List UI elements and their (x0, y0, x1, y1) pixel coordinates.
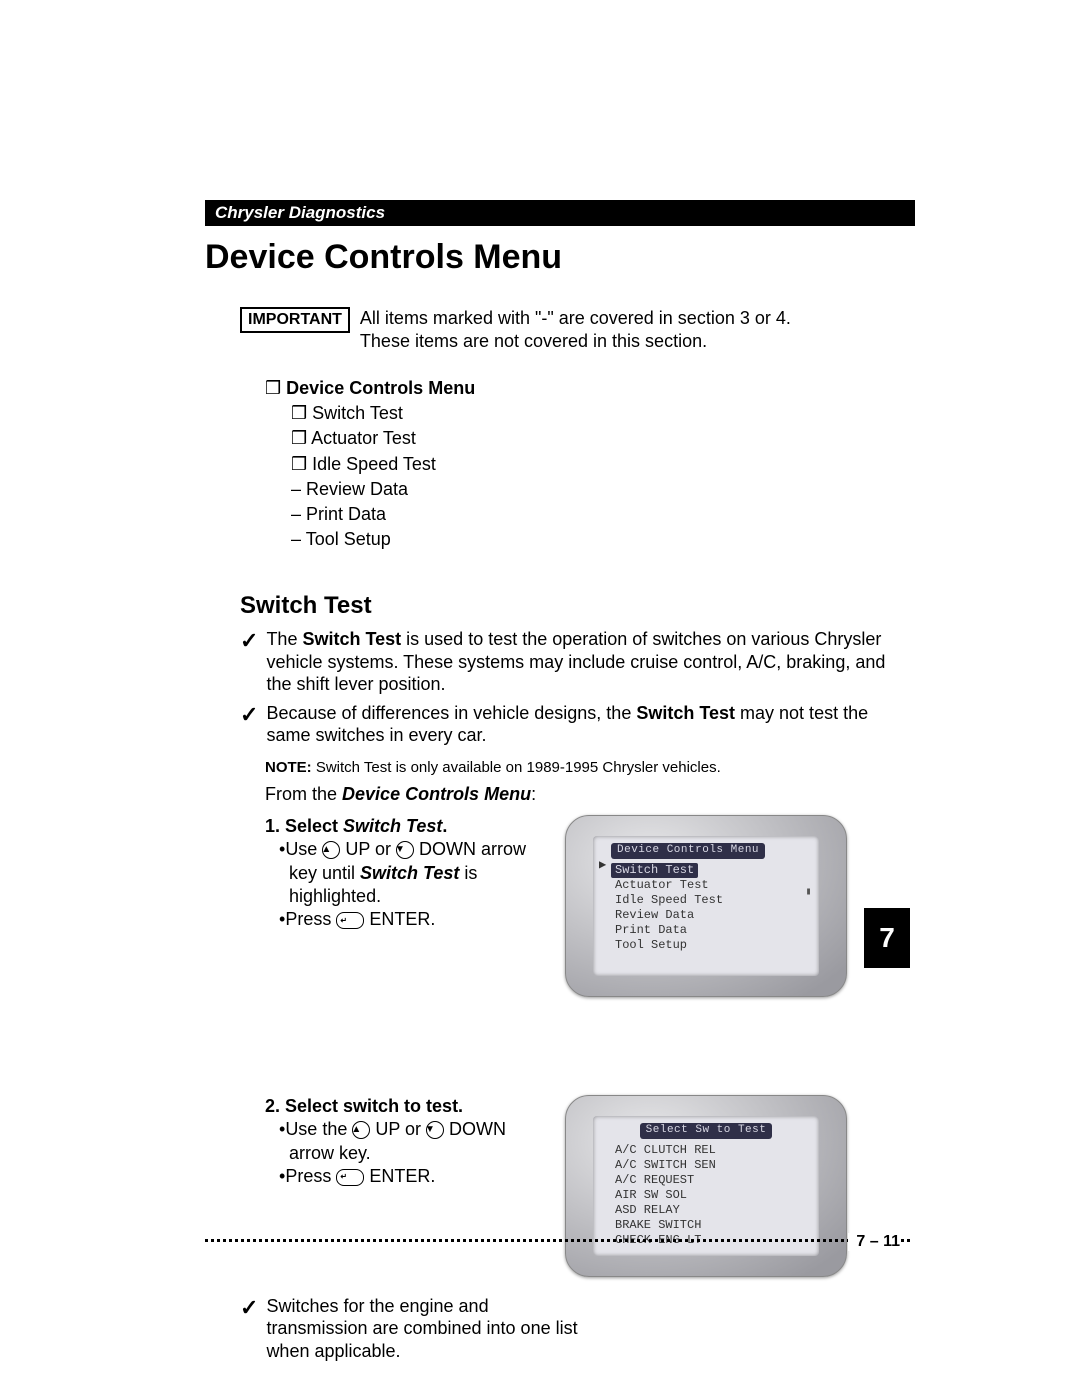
screen-highlight: Switch Test (611, 863, 698, 878)
screen-line: Review Data (601, 908, 811, 923)
screen-line: BRAKE SWITCH (601, 1218, 811, 1233)
screen-line: A/C SWITCH SEN (601, 1158, 811, 1173)
section-heading: Switch Test (240, 592, 905, 620)
down-arrow-icon: ▼ (426, 1121, 444, 1139)
chapter-tab: 7 (864, 908, 910, 968)
screen-line: A/C REQUEST (601, 1173, 811, 1188)
screen-line: Actuator Test (601, 878, 811, 893)
box-icon: ❒ (291, 403, 307, 423)
menu-item: Idle Speed Test (312, 454, 436, 474)
up-arrow-icon: ▲ (322, 841, 340, 859)
screen-line: Idle Speed Test (601, 893, 811, 908)
page-number: 7 – 11 (848, 1233, 900, 1251)
check-text-3: Switches for the engine and transmission… (266, 1295, 580, 1363)
screen-title: Device Controls Menu (611, 843, 765, 859)
up-arrow-icon: ▲ (352, 1121, 370, 1139)
menu-heading: Device Controls Menu (286, 378, 475, 398)
step-bullet: •Use ▲ UP or ▼ DOWN arrow key until Swit… (279, 838, 545, 908)
menu-item: Switch Test (312, 403, 403, 423)
manual-page: Chrysler Diagnostics Device Controls Men… (0, 0, 1080, 1397)
down-arrow-icon: ▼ (396, 841, 414, 859)
check-icon: ✓ (240, 1297, 258, 1319)
scroll-indicator-icon: ▮ (801, 886, 814, 897)
footer-dots (205, 1239, 910, 1242)
important-label: IMPORTANT (240, 307, 350, 333)
menu-outline: ❒ Device Controls Menu ❒ Switch Test ❒ A… (265, 376, 905, 552)
important-line2: These items are not covered in this sect… (360, 331, 707, 351)
screen-line: AIR SW SOL (601, 1188, 811, 1203)
note-line: NOTE: Switch Test is only available on 1… (265, 759, 905, 776)
box-icon: ❒ (265, 378, 281, 398)
screen-title: Select Sw to Test (640, 1123, 773, 1139)
screen-line: Tool Setup (601, 938, 811, 953)
enter-key-icon: ↵ (336, 1169, 364, 1186)
from-line: From the Device Controls Menu: (265, 784, 905, 805)
check-icon: ✓ (240, 704, 258, 726)
step-bullet: •Use the ▲ UP or ▼ DOWN arrow key. (279, 1118, 545, 1165)
important-text: All items marked with "-" are covered in… (360, 307, 791, 352)
screen-line: ASD RELAY (601, 1203, 811, 1218)
check-icon: ✓ (240, 630, 258, 652)
screen-line: Print Data (601, 923, 811, 938)
menu-item: Review Data (306, 479, 408, 499)
cursor-icon: ▶ (599, 858, 606, 873)
check-text-1: The Switch Test is used to test the oper… (266, 628, 905, 696)
box-icon: ❒ (291, 428, 307, 448)
step-bullet: •Press ↵ ENTER. (279, 1165, 545, 1188)
step-bullet: •Press ↵ ENTER. (279, 908, 545, 931)
device-screen-1: ▶ Device Controls Menu Switch Test Actua… (565, 815, 845, 995)
header-bar: Chrysler Diagnostics (205, 200, 915, 226)
check-text-2: Because of differences in vehicle design… (266, 702, 905, 747)
step-1: 1. Select Switch Test. •Use ▲ UP or ▼ DO… (265, 815, 545, 932)
important-line1: All items marked with "-" are covered in… (360, 308, 791, 328)
enter-key-icon: ↵ (336, 912, 364, 929)
step-2: 2. Select switch to test. •Use the ▲ UP … (265, 1095, 545, 1189)
menu-item: Print Data (306, 504, 386, 524)
device-screen-2: Select Sw to Test A/C CLUTCH REL A/C SWI… (565, 1095, 845, 1275)
screen-line: A/C CLUTCH REL (601, 1143, 811, 1158)
menu-item: Actuator Test (311, 428, 416, 448)
box-icon: ❒ (291, 454, 307, 474)
menu-item: Tool Setup (306, 529, 391, 549)
page-title: Device Controls Menu (205, 238, 905, 277)
